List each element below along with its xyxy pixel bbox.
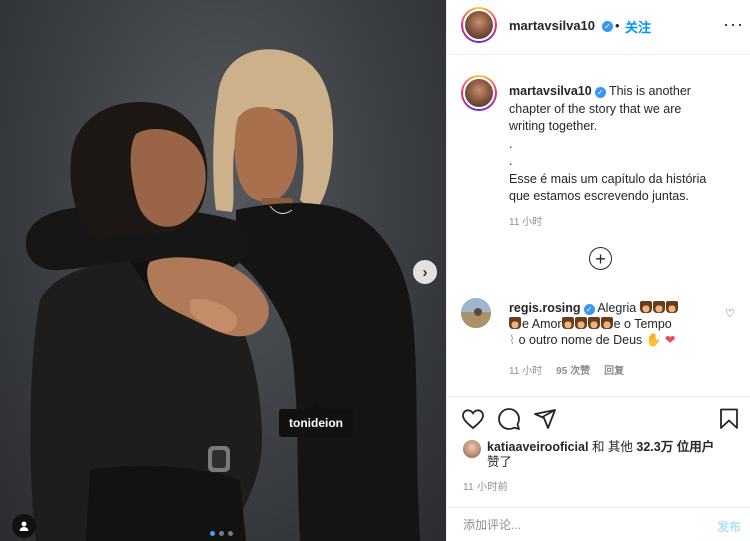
comment-icon[interactable] bbox=[497, 407, 521, 431]
photo-tag-label[interactable]: tonideion bbox=[279, 404, 353, 437]
post-time[interactable]: 11 小时前 bbox=[463, 478, 508, 493]
verified-icon: ✓ bbox=[602, 21, 613, 32]
heart-icon[interactable] bbox=[461, 407, 485, 431]
post-dialog: › tonideion martavsilva10 ✓ • 关注 ··· mar… bbox=[0, 0, 750, 541]
emoji-icon bbox=[652, 301, 665, 313]
publish-button[interactable]: 发布 bbox=[717, 518, 741, 535]
body-right bbox=[236, 203, 420, 541]
follow-button[interactable]: 关注 bbox=[625, 17, 651, 36]
caption-line: writing together. bbox=[509, 119, 598, 133]
caption-line: This is another bbox=[608, 84, 691, 98]
plus-circle-icon[interactable]: + bbox=[589, 247, 612, 270]
carousel-dots bbox=[210, 531, 233, 536]
comment-time: 11 小时 bbox=[509, 366, 543, 377]
caption-line: Esse é mais um capítulo da história bbox=[509, 171, 707, 186]
photo-scene bbox=[25, 49, 420, 541]
comment-likes-link[interactable]: 95 次赞 bbox=[556, 362, 590, 377]
caption-username[interactable]: martavsilva10 bbox=[509, 84, 592, 98]
comment-input[interactable] bbox=[463, 516, 683, 534]
comment-text: o outro nome de Deus bbox=[518, 333, 643, 347]
action-bar bbox=[447, 396, 750, 436]
caption-line: chapter of the story that we are bbox=[509, 101, 682, 116]
comment-text: e Amor bbox=[522, 317, 562, 331]
face-right bbox=[234, 106, 298, 202]
more-icon[interactable]: ··· bbox=[723, 14, 744, 35]
comment-meta: 11 小时 95 次赞 回复 bbox=[509, 362, 624, 377]
red-heart-icon: ❤ bbox=[664, 333, 676, 347]
bookmark-icon[interactable] bbox=[717, 407, 741, 431]
share-icon[interactable] bbox=[533, 407, 557, 431]
caption-line: . bbox=[509, 136, 513, 151]
carousel-dot-active bbox=[210, 531, 215, 536]
user-tag-icon[interactable] bbox=[12, 514, 36, 538]
carousel-dot bbox=[228, 531, 233, 536]
emoji-icon bbox=[509, 317, 521, 329]
likes-summary: katiaaveirooficial 和 其他 32.3万 位用户 赞了 bbox=[487, 440, 741, 470]
dove-icon: ⌇ bbox=[509, 333, 516, 347]
author-avatar[interactable] bbox=[461, 7, 497, 43]
separator-dot: • bbox=[615, 18, 620, 33]
caption-avatar[interactable] bbox=[461, 75, 497, 111]
post-header: martavsilva10 ✓ • 关注 ··· bbox=[447, 0, 750, 55]
comment-text: e o Tempo bbox=[613, 317, 672, 331]
caption-line: que estamos escrevendo juntas. bbox=[509, 189, 689, 203]
likes-text: 和 其他 bbox=[591, 440, 633, 454]
emoji-icon bbox=[561, 317, 574, 329]
caption-line: . bbox=[509, 154, 513, 168]
carousel-dot bbox=[219, 531, 224, 536]
comment-like-heart-icon[interactable]: ♡ bbox=[725, 307, 735, 320]
likes-count[interactable]: 32.3万 bbox=[636, 440, 673, 454]
emoji-icon bbox=[665, 301, 678, 313]
reply-link[interactable]: 回复 bbox=[604, 362, 624, 377]
liker-username[interactable]: katiaaveirooficial bbox=[487, 440, 588, 454]
likes-text-line2: 赞了 bbox=[487, 455, 513, 469]
emoji-icon bbox=[639, 301, 652, 313]
comment-avatar[interactable] bbox=[461, 298, 491, 328]
chair bbox=[86, 465, 246, 541]
comment-username[interactable]: regis.rosing bbox=[509, 301, 581, 315]
author-username[interactable]: martavsilva10 bbox=[509, 18, 595, 33]
emoji-icon bbox=[587, 317, 600, 329]
comment: regis.rosing ✓ Alegria e Amor e o Tempo ⌇ … bbox=[509, 300, 719, 348]
post-photo[interactable]: › tonideion bbox=[0, 0, 446, 541]
caption-time: 11 小时 bbox=[509, 217, 543, 228]
post-side-panel: martavsilva10 ✓ • 关注 ··· martavsilva10 ✓ … bbox=[446, 0, 750, 541]
emoji-icon bbox=[574, 317, 587, 329]
liker-avatar[interactable] bbox=[463, 440, 481, 458]
comment-composer: 发布 bbox=[447, 507, 750, 541]
emoji-icon bbox=[600, 317, 613, 329]
comment-text: Alegria bbox=[597, 301, 637, 315]
likes-text-end[interactable]: 位用户 bbox=[677, 440, 715, 454]
post-caption: martavsilva10 ✓ This is another chapter o… bbox=[509, 83, 739, 206]
next-arrow-icon[interactable]: › bbox=[413, 260, 437, 284]
verified-icon: ✓ bbox=[583, 304, 595, 315]
praying-hands-icon: ✋ bbox=[645, 333, 662, 347]
verified-icon: ✓ bbox=[594, 87, 606, 98]
